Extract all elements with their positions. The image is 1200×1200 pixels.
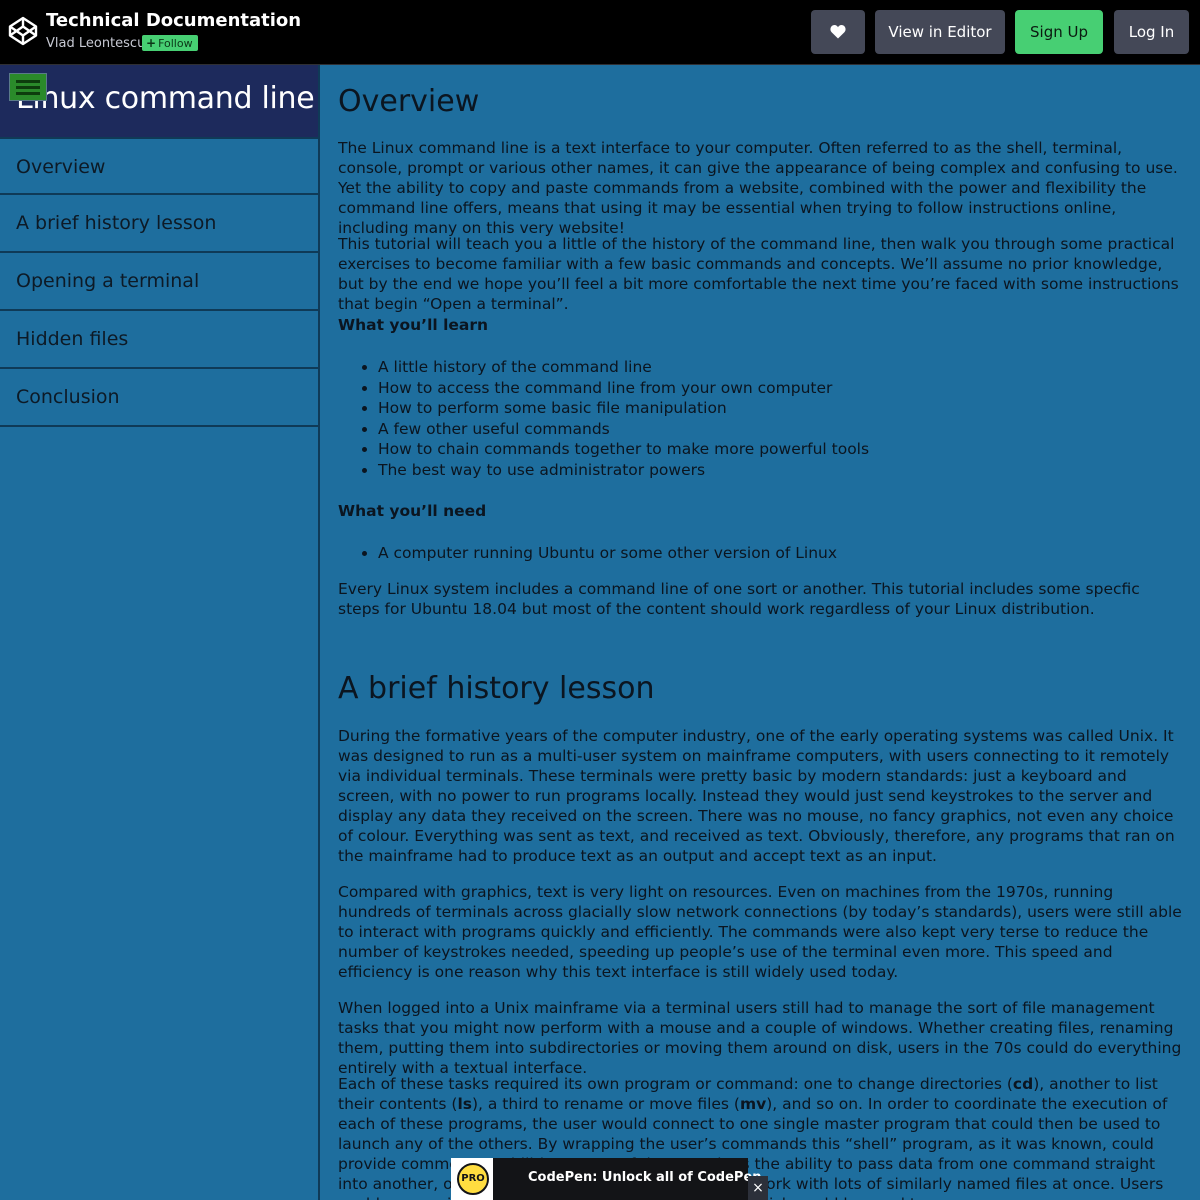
inline-code: mv bbox=[739, 1095, 767, 1113]
list-item: How to access the command line from your… bbox=[378, 378, 1186, 399]
list-item: How to chain commands together to make m… bbox=[378, 439, 1186, 460]
section-heading: A brief history lesson bbox=[338, 671, 655, 706]
paragraph: During the formative years of the comput… bbox=[338, 727, 1175, 865]
nav-list: Overview A brief history lesson Opening … bbox=[0, 137, 318, 427]
paragraph: The Linux command line is a text interfa… bbox=[338, 139, 1178, 237]
learn-list: A little history of the command line How… bbox=[338, 357, 1186, 480]
nav-link-hidden-files[interactable]: Hidden files bbox=[0, 311, 318, 369]
pen-title: Technical Documentation bbox=[46, 10, 302, 31]
list-item: How to perform some basic file manipulat… bbox=[378, 398, 1186, 419]
pro-badge-label: PRO bbox=[457, 1163, 489, 1195]
view-in-editor-button[interactable]: View in Editor bbox=[875, 10, 1005, 54]
paragraph: Every Linux system includes a command li… bbox=[338, 580, 1140, 618]
codepen-header: Technical Documentation Vlad Leontescu +… bbox=[0, 0, 1200, 65]
codepen-logo-icon[interactable] bbox=[7, 15, 39, 47]
subheading-need: What you’ll need bbox=[338, 502, 487, 520]
plus-icon: + bbox=[146, 36, 157, 50]
nav-link-conclusion[interactable]: Conclusion bbox=[0, 369, 318, 427]
pro-banner[interactable]: PRO CodePen: Unlock all of CodePen bbox=[451, 1158, 762, 1200]
need-list: A computer running Ubuntu or some other … bbox=[338, 543, 1186, 564]
nav-link-overview[interactable]: Overview bbox=[0, 137, 318, 195]
text-run: ), a third to rename or move files ( bbox=[471, 1095, 740, 1113]
paragraph: This tutorial will teach you a little of… bbox=[338, 235, 1179, 313]
nav-link-history[interactable]: A brief history lesson bbox=[0, 195, 318, 253]
main-doc: Overview The Linux command line is a tex… bbox=[338, 65, 1186, 1200]
paragraph: When logged into a Unix mainframe via a … bbox=[338, 999, 1182, 1077]
heart-icon bbox=[830, 25, 846, 39]
list-item: The best way to use administrator powers bbox=[378, 460, 1186, 481]
sign-up-button[interactable]: Sign Up bbox=[1015, 10, 1103, 54]
nav-link-opening-terminal[interactable]: Opening a terminal bbox=[0, 253, 318, 311]
navbar-title: Linux command line bbox=[16, 81, 315, 116]
section-heading: Overview bbox=[338, 84, 480, 119]
inline-code: cd bbox=[1012, 1075, 1034, 1093]
list-item: A computer running Ubuntu or some other … bbox=[378, 543, 1186, 564]
paragraph: Compared with graphics, text is very lig… bbox=[338, 883, 1182, 981]
navbar: Linux command line Overview A brief hist… bbox=[0, 65, 320, 1200]
inline-code: ls bbox=[457, 1095, 472, 1113]
list-item: A little history of the command line bbox=[378, 357, 1186, 378]
text-run: Each of these tasks required its own pro… bbox=[338, 1075, 1013, 1093]
pro-banner-text: CodePen: Unlock all of CodePen bbox=[528, 1170, 762, 1185]
heart-button[interactable] bbox=[811, 10, 865, 54]
log-in-button[interactable]: Log In bbox=[1114, 10, 1189, 54]
follow-button[interactable]: + Follow bbox=[142, 35, 198, 51]
pen-author-link[interactable]: Vlad Leontescu bbox=[46, 36, 145, 51]
follow-label: Follow bbox=[158, 37, 193, 50]
pro-badge: PRO bbox=[451, 1158, 493, 1200]
list-item: A few other useful commands bbox=[378, 419, 1186, 440]
close-icon[interactable]: × bbox=[748, 1176, 768, 1200]
hamburger-menu-icon[interactable] bbox=[9, 73, 47, 101]
subheading-learn: What you’ll learn bbox=[338, 316, 489, 334]
navbar-header: Linux command line bbox=[0, 65, 318, 137]
